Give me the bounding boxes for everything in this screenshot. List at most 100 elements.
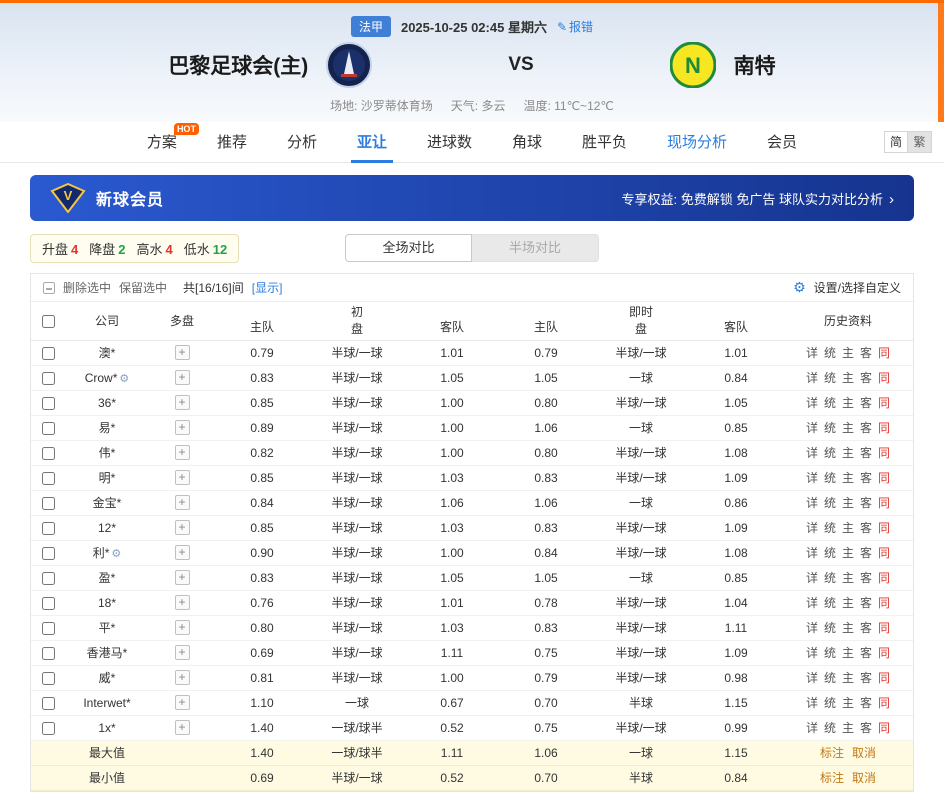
vip-benefits[interactable]: 专享权益: 免费解锁 免广告 球队实力对比分析› xyxy=(622,189,894,208)
history-link-away[interactable]: 客 xyxy=(860,346,872,360)
history-link-same[interactable]: 同 xyxy=(878,496,890,510)
company-name[interactable]: 香港马* xyxy=(87,646,128,660)
history-link-stats[interactable]: 统 xyxy=(824,346,836,360)
history-link-detail[interactable]: 详 xyxy=(806,521,818,535)
history-link-home[interactable]: 主 xyxy=(842,546,854,560)
multi-odds-button[interactable]: + xyxy=(175,445,190,460)
history-link-stats[interactable]: 统 xyxy=(824,496,836,510)
nav-tab-1[interactable]: 方案HOT xyxy=(127,122,197,163)
history-link-detail[interactable]: 详 xyxy=(806,571,818,585)
history-link-away[interactable]: 客 xyxy=(860,621,872,635)
row-checkbox[interactable] xyxy=(42,597,55,610)
history-link-detail[interactable]: 详 xyxy=(806,421,818,435)
history-link-same[interactable]: 同 xyxy=(878,546,890,560)
multi-odds-button[interactable]: + xyxy=(175,395,190,410)
history-link-stats[interactable]: 统 xyxy=(824,371,836,385)
row-checkbox[interactable] xyxy=(42,497,55,510)
history-link-away[interactable]: 客 xyxy=(860,371,872,385)
nav-tab-3[interactable]: 分析 xyxy=(267,122,337,163)
history-link-detail[interactable]: 详 xyxy=(806,671,818,685)
history-link-home[interactable]: 主 xyxy=(842,446,854,460)
history-link-away[interactable]: 客 xyxy=(860,646,872,660)
report-error-link[interactable]: ✎报错 xyxy=(557,18,593,35)
history-link-detail[interactable]: 详 xyxy=(806,471,818,485)
history-link-away[interactable]: 客 xyxy=(860,546,872,560)
history-link-away[interactable]: 客 xyxy=(860,496,872,510)
full-match-toggle[interactable]: 全场对比 xyxy=(345,234,472,262)
vip-banner[interactable]: V 新球会员 专享权益: 免费解锁 免广告 球队实力对比分析› xyxy=(30,175,914,221)
history-link-stats[interactable]: 统 xyxy=(824,521,836,535)
company-name[interactable]: 利* xyxy=(93,546,110,560)
multi-odds-button[interactable]: + xyxy=(175,520,190,535)
select-action-icon[interactable] xyxy=(43,282,55,294)
history-link-home[interactable]: 主 xyxy=(842,721,854,735)
history-link-home[interactable]: 主 xyxy=(842,596,854,610)
company-name[interactable]: 伟* xyxy=(99,446,116,460)
summary-action-mark[interactable]: 标注 xyxy=(820,746,844,760)
history-link-stats[interactable]: 统 xyxy=(824,621,836,635)
multi-odds-button[interactable]: + xyxy=(175,695,190,710)
history-link-home[interactable]: 主 xyxy=(842,421,854,435)
multi-odds-button[interactable]: + xyxy=(175,620,190,635)
multi-odds-button[interactable]: + xyxy=(175,470,190,485)
history-link-home[interactable]: 主 xyxy=(842,621,854,635)
history-link-stats[interactable]: 统 xyxy=(824,471,836,485)
history-link-stats[interactable]: 统 xyxy=(824,671,836,685)
delete-selected-button[interactable]: 删除选中 xyxy=(63,279,111,296)
nav-tab-7[interactable]: 胜平负 xyxy=(562,122,647,163)
history-link-detail[interactable]: 详 xyxy=(806,496,818,510)
multi-odds-button[interactable]: + xyxy=(175,670,190,685)
history-link-away[interactable]: 客 xyxy=(860,471,872,485)
row-checkbox[interactable] xyxy=(42,472,55,485)
multi-odds-button[interactable]: + xyxy=(175,595,190,610)
history-link-home[interactable]: 主 xyxy=(842,471,854,485)
history-link-same[interactable]: 同 xyxy=(878,671,890,685)
history-link-stats[interactable]: 统 xyxy=(824,421,836,435)
company-name[interactable]: Interwet* xyxy=(83,696,130,710)
company-name[interactable]: 易* xyxy=(99,421,116,435)
nav-tab-5[interactable]: 进球数 xyxy=(407,122,492,163)
history-link-away[interactable]: 客 xyxy=(860,671,872,685)
history-link-away[interactable]: 客 xyxy=(860,721,872,735)
history-link-stats[interactable]: 统 xyxy=(824,546,836,560)
history-link-same[interactable]: 同 xyxy=(878,421,890,435)
history-link-away[interactable]: 客 xyxy=(860,571,872,585)
company-name[interactable]: 金宝* xyxy=(93,496,122,510)
company-name[interactable]: 盈* xyxy=(99,571,116,585)
select-all-checkbox[interactable] xyxy=(42,315,55,328)
history-link-same[interactable]: 同 xyxy=(878,446,890,460)
company-name[interactable]: 明* xyxy=(99,471,116,485)
history-link-home[interactable]: 主 xyxy=(842,371,854,385)
history-link-same[interactable]: 同 xyxy=(878,346,890,360)
row-checkbox[interactable] xyxy=(42,447,55,460)
history-link-detail[interactable]: 详 xyxy=(806,396,818,410)
history-link-stats[interactable]: 统 xyxy=(824,696,836,710)
history-link-same[interactable]: 同 xyxy=(878,596,890,610)
history-link-same[interactable]: 同 xyxy=(878,471,890,485)
history-link-home[interactable]: 主 xyxy=(842,671,854,685)
company-name[interactable]: 36* xyxy=(98,396,116,410)
row-checkbox[interactable] xyxy=(42,347,55,360)
history-link-home[interactable]: 主 xyxy=(842,346,854,360)
history-link-stats[interactable]: 统 xyxy=(824,721,836,735)
row-checkbox[interactable] xyxy=(42,397,55,410)
nav-tab-2[interactable]: 推荐 xyxy=(197,122,267,163)
history-link-home[interactable]: 主 xyxy=(842,496,854,510)
history-link-away[interactable]: 客 xyxy=(860,696,872,710)
row-checkbox[interactable] xyxy=(42,547,55,560)
history-link-same[interactable]: 同 xyxy=(878,371,890,385)
history-link-same[interactable]: 同 xyxy=(878,696,890,710)
company-name[interactable]: 12* xyxy=(98,521,116,535)
history-link-home[interactable]: 主 xyxy=(842,571,854,585)
summary-action-cancel[interactable]: 取消 xyxy=(852,746,876,760)
company-name[interactable]: 澳* xyxy=(99,346,116,360)
history-link-same[interactable]: 同 xyxy=(878,646,890,660)
history-link-home[interactable]: 主 xyxy=(842,646,854,660)
row-checkbox[interactable] xyxy=(42,522,55,535)
history-link-detail[interactable]: 详 xyxy=(806,596,818,610)
show-link[interactable]: [显示] xyxy=(252,279,283,296)
history-link-home[interactable]: 主 xyxy=(842,696,854,710)
history-link-stats[interactable]: 统 xyxy=(824,571,836,585)
row-checkbox[interactable] xyxy=(42,572,55,585)
summary-action-mark[interactable]: 标注 xyxy=(820,771,844,785)
